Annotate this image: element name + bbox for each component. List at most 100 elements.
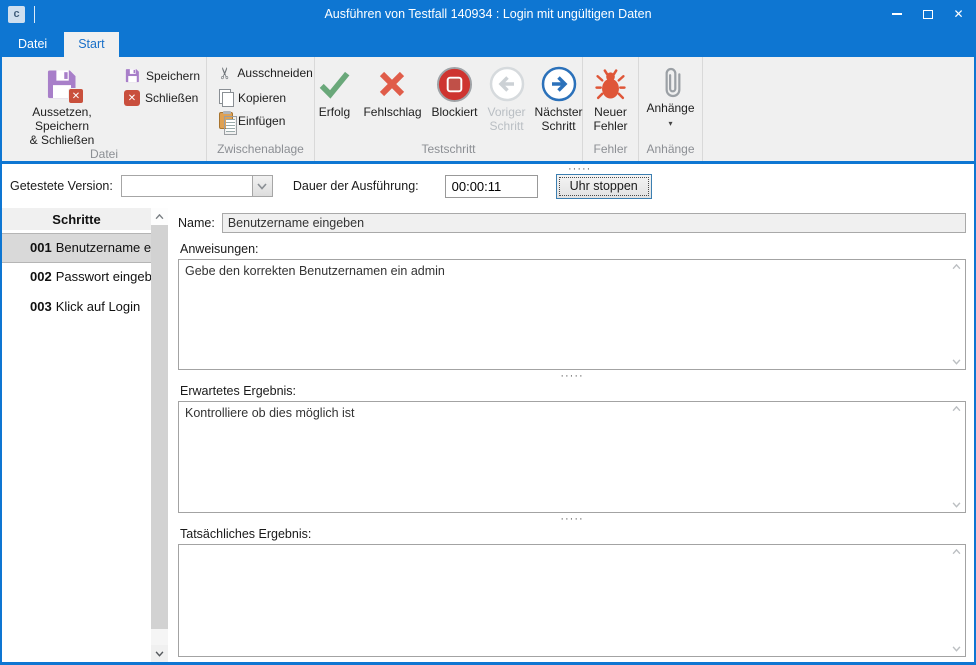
ribbon-tab-row: Datei Start (2, 28, 974, 57)
cut-button[interactable]: ✂ Ausschneiden (215, 60, 312, 86)
chevron-down-icon[interactable] (952, 646, 961, 652)
step-item-002[interactable]: 002 Passwort eingeben (2, 263, 151, 293)
combobox-dropdown-button[interactable] (252, 176, 272, 196)
instructions-label: Anweisungen: (180, 242, 966, 256)
scroll-up-button[interactable] (151, 208, 168, 225)
blocked-button[interactable]: Blockiert (428, 60, 482, 142)
attachments-dropdown-icon: ▾ (668, 119, 672, 128)
bug-icon (595, 68, 626, 101)
x-badge-icon: ✕ (68, 88, 84, 104)
ribbon-group-fehler: Neuer Fehler Fehler (583, 57, 639, 161)
expected-result-textarea[interactable]: Kontrolliere ob dies möglich ist (179, 402, 965, 512)
next-step-label-line1: Nächster (535, 106, 583, 120)
chevron-down-icon[interactable] (952, 359, 961, 365)
group-label-anhaenge: Anhänge (639, 142, 702, 161)
pass-button[interactable]: Erfolg (311, 60, 357, 142)
splitter-grip-top[interactable]: ····· (568, 165, 591, 173)
splitter-grip-middle1[interactable]: ····· (560, 372, 583, 380)
chevron-down-icon (257, 183, 267, 190)
scissors-icon: ✂ (216, 66, 236, 79)
ribbon-empty-space (703, 57, 974, 161)
chevron-up-icon[interactable] (952, 406, 961, 412)
step-number: 002 (30, 269, 52, 284)
test-run-window: c Ausführen von Testfall 140934 : Login … (0, 0, 976, 665)
ribbon-group-testschritt: Erfolg Fehlschlag (315, 57, 583, 161)
suspend-label-line2: & Schließen (30, 134, 95, 148)
stop-clock-button[interactable]: Uhr stoppen (556, 174, 652, 199)
clipboard-icon (219, 112, 233, 129)
scrollbar-thumb[interactable] (151, 225, 168, 629)
x-mark-icon (376, 68, 408, 100)
step-label: Klick auf Login (56, 299, 141, 314)
ribbon-group-anhaenge: Anhänge ▾ Anhänge (639, 57, 703, 161)
copy-button[interactable]: Kopieren (215, 86, 312, 109)
execution-toolbar: ····· Getestete Version: Dauer der Ausfü… (2, 164, 974, 208)
chevron-down-icon[interactable] (952, 502, 961, 508)
tested-version-label: Getestete Version: (10, 179, 113, 193)
paste-button[interactable]: Einfügen (215, 109, 312, 132)
group-label-testschritt: Testschritt (315, 142, 582, 161)
chevron-up-icon[interactable] (952, 264, 961, 270)
fail-label: Fehlschlag (363, 106, 421, 120)
close-icon: ✕ (953, 8, 963, 20)
actual-result-label: Tatsächliches Ergebnis: (180, 527, 966, 541)
splitter-grip-middle2[interactable]: ····· (560, 515, 583, 523)
arrow-left-circle-icon (489, 66, 525, 102)
name-input[interactable] (222, 213, 966, 233)
tested-version-combobox[interactable] (121, 175, 273, 197)
suspend-save-close-button[interactable]: ✕ Aussetzen, Speichern & Schließen (4, 60, 120, 147)
step-number: 003 (30, 299, 52, 314)
steps-list: Schritte 001Benutzername eingeben 002Pas… (2, 208, 151, 662)
window-title: Ausführen von Testfall 140934 : Login mi… (2, 7, 974, 21)
check-icon (315, 67, 353, 101)
new-bug-label-line2: Fehler (593, 120, 627, 134)
previous-step-label-line1: Voriger (488, 106, 526, 120)
arrow-right-circle-icon (541, 66, 577, 102)
fail-button[interactable]: Fehlschlag (359, 60, 425, 142)
tab-datei[interactable]: Datei (4, 32, 61, 57)
new-bug-button[interactable]: Neuer Fehler (586, 60, 636, 142)
close-button[interactable]: ✕ (943, 0, 974, 28)
instructions-textarea[interactable]: Gebe den korrekten Benutzernamen ein adm… (179, 260, 965, 369)
close-red-icon: ✕ (124, 90, 140, 106)
minimize-button[interactable] (881, 0, 912, 28)
step-label: Benutzername eingeben (56, 240, 151, 255)
maximize-button[interactable] (912, 0, 943, 28)
scroll-down-button[interactable] (151, 645, 168, 662)
new-bug-label-line1: Neuer (594, 106, 627, 120)
group-label-zwischenablage: Zwischenablage (207, 142, 314, 161)
ribbon-group-datei: ✕ Aussetzen, Speichern & Schließen (2, 57, 207, 161)
save-button[interactable]: Speichern (120, 64, 204, 87)
steps-scrollbar[interactable] (151, 208, 168, 662)
tested-version-input[interactable] (122, 176, 252, 196)
duration-input[interactable] (445, 175, 538, 198)
instructions-field: Gebe den korrekten Benutzernamen ein adm… (178, 259, 966, 370)
chevron-up-icon[interactable] (952, 549, 961, 555)
close-ribbon-button[interactable]: ✕ Schließen (120, 87, 204, 109)
minimize-icon (892, 13, 902, 15)
attachments-button[interactable]: Anhänge ▾ (642, 60, 700, 142)
suspend-label-line1: Aussetzen, Speichern (8, 106, 116, 134)
scrollbar-track[interactable] (151, 629, 168, 645)
step-item-003[interactable]: 003 Klick auf Login (2, 293, 151, 323)
save-icon (124, 67, 141, 84)
previous-step-button: Voriger Schritt (484, 60, 530, 142)
step-detail-panel: Name: Anweisungen: Gebe den korrekten Be… (168, 208, 974, 662)
step-item-001[interactable]: 001Benutzername eingeben (2, 233, 151, 263)
actual-result-textarea[interactable] (179, 545, 965, 656)
duration-label: Dauer der Ausführung: (293, 179, 419, 193)
actual-result-field (178, 544, 966, 657)
name-label: Name: (178, 216, 215, 230)
next-step-button[interactable]: Nächster Schritt (532, 60, 586, 142)
steps-panel: Schritte 001Benutzername eingeben 002Pas… (2, 208, 168, 662)
chevron-up-icon (155, 214, 164, 220)
tab-start[interactable]: Start (64, 32, 118, 57)
step-label: Passwort eingeben (56, 269, 151, 284)
ribbon: ✕ Aussetzen, Speichern & Schließen (2, 57, 974, 161)
copy-icon (219, 89, 233, 106)
close-label: Schließen (145, 91, 198, 105)
ribbon-group-zwischenablage: ✂ Ausschneiden Kopieren Einfügen Zwische… (207, 57, 315, 161)
maximize-icon (923, 10, 933, 19)
paperclip-icon (658, 64, 683, 100)
copy-label: Kopieren (238, 91, 286, 105)
